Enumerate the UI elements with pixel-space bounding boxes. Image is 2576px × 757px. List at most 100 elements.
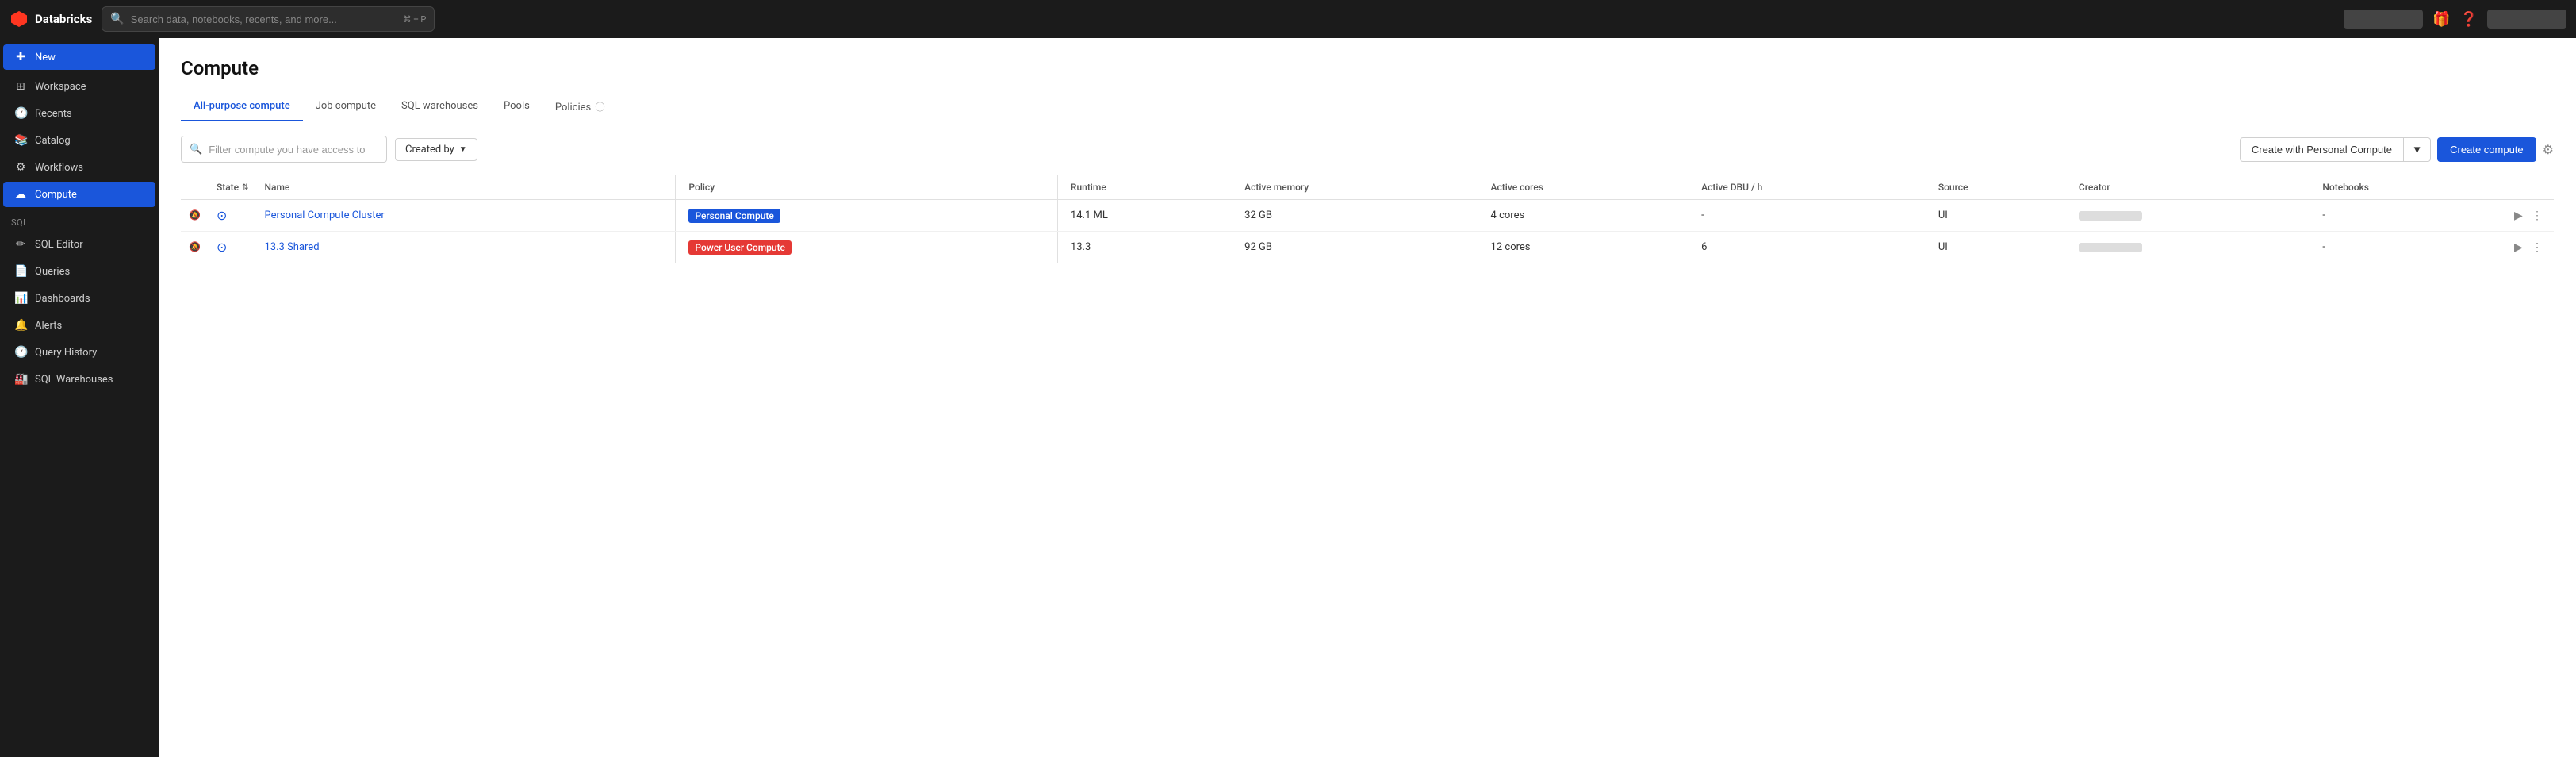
mute-icon[interactable]: 🔕	[189, 241, 201, 252]
sidebar-query-history-label: Query History	[35, 347, 97, 359]
run-icon[interactable]: ▶	[2514, 241, 2523, 254]
active-memory-cell: 92 GB	[1236, 232, 1482, 263]
tab-sql-warehouses[interactable]: SQL warehouses	[389, 94, 491, 121]
creator-blurred	[2079, 243, 2142, 252]
sidebar-new-label: New	[35, 52, 56, 63]
recents-icon: 🕐	[14, 107, 27, 120]
runtime-cell: 14.1 ML	[1057, 200, 1236, 232]
col-header-creator: Creator	[2071, 175, 2315, 200]
sidebar-item-recents[interactable]: 🕐 Recents	[3, 101, 155, 126]
policy-badge: Personal Compute	[688, 209, 780, 223]
policies-info-icon[interactable]: ⓘ	[596, 102, 605, 113]
sidebar-item-catalog[interactable]: 📚 Catalog	[3, 128, 155, 153]
name-cell: 13.3 Shared	[257, 232, 676, 263]
sidebar-compute-label: Compute	[35, 189, 77, 201]
databricks-logo-icon	[10, 10, 29, 29]
app-logo: Databricks	[10, 10, 92, 29]
active-dbu-cell: -	[1693, 200, 1930, 232]
filter-label: Created by	[405, 144, 454, 156]
plus-icon: ✚	[14, 51, 27, 63]
col-header-source: Source	[1930, 175, 2071, 200]
dashboards-icon: 📊	[14, 292, 27, 305]
col-header-policy: Policy	[676, 175, 1057, 200]
tab-policies[interactable]: Policies ⓘ	[542, 94, 618, 121]
toolbar: 🔍 Created by ▼ Create with Personal Comp…	[181, 136, 2554, 163]
tabs-bar: All-purpose compute Job compute SQL ware…	[181, 94, 2554, 121]
sidebar-item-workflows[interactable]: ⚙ Workflows	[3, 155, 155, 180]
compute-icon: ☁	[14, 188, 27, 201]
tab-all-purpose[interactable]: All-purpose compute	[181, 94, 303, 121]
sidebar-new-button[interactable]: ✚ New	[3, 44, 155, 70]
actions-cell: ▶ ⋮	[2506, 200, 2554, 232]
cluster-name-link[interactable]: Personal Compute Cluster	[265, 209, 385, 221]
create-personal-compute-dropdown[interactable]: ▼	[2404, 137, 2431, 162]
global-search-bar[interactable]: 🔍 ⌘ + P	[102, 6, 435, 32]
topbar-right: 🎁 ❓	[2344, 10, 2566, 29]
source-cell: UI	[1930, 200, 2071, 232]
sidebar-item-compute[interactable]: ☁ Compute	[3, 182, 155, 207]
notebooks-cell: -	[2314, 200, 2506, 232]
creator-cell	[2071, 232, 2315, 263]
sql-section-label: SQL	[0, 208, 159, 231]
compute-search-bar[interactable]: 🔍	[181, 136, 387, 163]
global-search-input[interactable]	[131, 13, 397, 25]
col-header-actions	[2506, 175, 2554, 200]
search-icon: 🔍	[190, 144, 202, 156]
tab-job-compute[interactable]: Job compute	[303, 94, 389, 121]
name-cell: Personal Compute Cluster	[257, 200, 676, 232]
tab-pools[interactable]: Pools	[491, 94, 542, 121]
queries-icon: 📄	[14, 265, 27, 278]
col-header-active-cores: Active cores	[1483, 175, 1694, 200]
col-header-active-dbu: Active DBU / h	[1693, 175, 1930, 200]
created-by-filter[interactable]: Created by ▼	[395, 138, 477, 161]
sidebar-item-queries[interactable]: 📄 Queries	[3, 259, 155, 284]
source-cell: UI	[1930, 232, 2071, 263]
policy-cell: Personal Compute	[676, 200, 1057, 232]
mute-icon[interactable]: 🔕	[189, 209, 201, 221]
more-actions-icon[interactable]: ⋮	[2532, 209, 2543, 222]
sidebar-sql-editor-label: SQL Editor	[35, 239, 83, 251]
sidebar-workspace-label: Workspace	[35, 81, 86, 93]
mute-cell: 🔕	[181, 200, 209, 232]
compute-table: State ⇅ Name Policy Runtime	[181, 175, 2554, 263]
sql-editor-icon: ✏	[14, 238, 27, 251]
creator-blurred	[2079, 211, 2142, 221]
col-header-state[interactable]: State ⇅	[209, 175, 257, 200]
state-cell: ⊙	[209, 200, 257, 232]
help-icon[interactable]: ❓	[2460, 11, 2478, 28]
main-layout: ✚ New ⊞ Workspace 🕐 Recents 📚 Catalog ⚙ …	[0, 38, 2576, 757]
col-header-active-memory: Active memory	[1236, 175, 1482, 200]
sidebar-recents-label: Recents	[35, 108, 72, 120]
running-state-icon: ⊙	[217, 208, 227, 223]
sidebar-item-sql-warehouses[interactable]: 🏭 SQL Warehouses	[3, 367, 155, 392]
topbar: Databricks 🔍 ⌘ + P 🎁 ❓	[0, 0, 2576, 38]
create-personal-compute-button[interactable]: Create with Personal Compute	[2240, 137, 2404, 162]
gift-icon[interactable]: 🎁	[2432, 11, 2450, 28]
state-cell: ⊙	[209, 232, 257, 263]
create-compute-button[interactable]: Create compute	[2437, 137, 2536, 162]
sidebar-item-dashboards[interactable]: 📊 Dashboards	[3, 286, 155, 311]
col-header-notebooks: Notebooks	[2314, 175, 2506, 200]
sidebar: ✚ New ⊞ Workspace 🕐 Recents 📚 Catalog ⚙ …	[0, 38, 159, 757]
catalog-icon: 📚	[14, 134, 27, 147]
more-actions-icon[interactable]: ⋮	[2532, 241, 2543, 254]
run-icon[interactable]: ▶	[2514, 209, 2523, 222]
sidebar-item-sql-editor[interactable]: ✏ SQL Editor	[3, 232, 155, 257]
cluster-name-link[interactable]: 13.3 Shared	[265, 241, 320, 253]
query-history-icon: 🕐	[14, 346, 27, 359]
sidebar-item-query-history[interactable]: 🕐 Query History	[3, 340, 155, 365]
user-menu[interactable]	[2487, 10, 2566, 29]
running-state-icon: ⊙	[217, 240, 227, 255]
sidebar-item-alerts[interactable]: 🔔 Alerts	[3, 313, 155, 338]
notebooks-cell: -	[2314, 232, 2506, 263]
compute-search-input[interactable]	[209, 144, 378, 156]
sidebar-alerts-label: Alerts	[35, 320, 62, 332]
sidebar-workflows-label: Workflows	[35, 162, 83, 174]
col-header-name: Name	[257, 175, 676, 200]
table-settings-icon[interactable]: ⚙	[2543, 142, 2554, 157]
policy-badge: Power User Compute	[688, 240, 792, 255]
toolbar-actions: Create with Personal Compute ▼ Create co…	[2240, 137, 2554, 162]
active-cores-cell: 12 cores	[1483, 232, 1694, 263]
workflows-icon: ⚙	[14, 161, 27, 174]
sidebar-item-workspace[interactable]: ⊞ Workspace	[3, 74, 155, 99]
